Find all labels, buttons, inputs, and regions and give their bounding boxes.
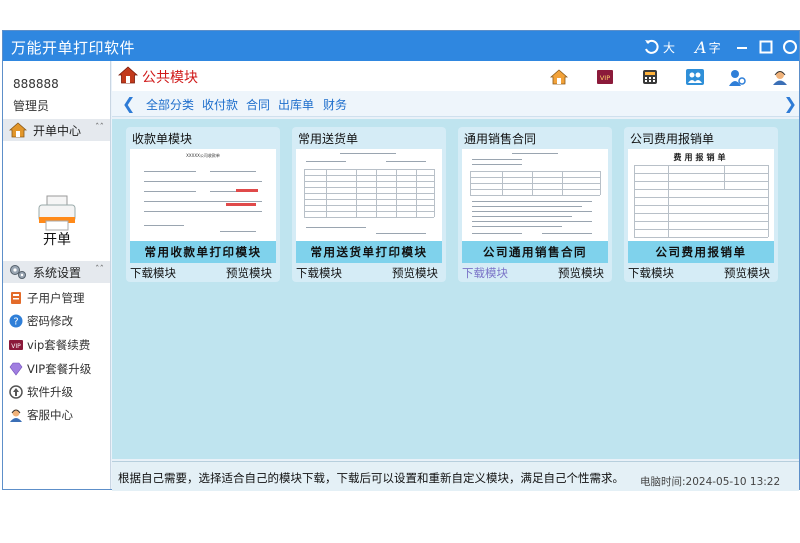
download-module-link[interactable]: 下载模块 bbox=[462, 265, 508, 281]
calculator-icon[interactable] bbox=[642, 69, 658, 85]
support-icon[interactable] bbox=[772, 69, 788, 85]
module-card-title: 收款单模块 bbox=[132, 132, 193, 146]
module-band-label: 公司费用报销单 bbox=[628, 241, 774, 263]
app-title: 万能开单打印软件 bbox=[11, 39, 136, 57]
download-module-link[interactable]: 下载模块 bbox=[130, 265, 176, 281]
sidebar-item-vip-upgrade[interactable]: VIP套餐升级 bbox=[9, 359, 91, 379]
module-band-label: 公司通用销售合同 bbox=[462, 241, 608, 263]
module-card-title: 通用销售合同 bbox=[464, 132, 537, 146]
svg-text:VIP: VIP bbox=[600, 74, 610, 82]
user-id: 888888 bbox=[13, 77, 59, 91]
font-char-button[interactable]: A 字 bbox=[695, 37, 721, 57]
download-module-link[interactable]: 下载模块 bbox=[628, 265, 674, 281]
sidebar-item-label: VIP套餐升级 bbox=[27, 362, 92, 376]
sidebar-item-label: 密码修改 bbox=[27, 314, 73, 328]
module-card[interactable]: 公司费用报销单 费用报销单 公司费用报销单 下载模块 预览模块 bbox=[624, 127, 778, 282]
module-card[interactable]: 通用销售合同 公司通用销售合同 下载模块 预览模块 bbox=[458, 127, 612, 282]
home-icon bbox=[118, 66, 138, 84]
sidebar-item-vip-renew[interactable]: VIP vip套餐续费 bbox=[9, 335, 90, 355]
sidebar-item-label: vip套餐续费 bbox=[27, 338, 91, 352]
tab-payments[interactable]: 收付款 bbox=[202, 96, 238, 113]
sidebar-item-sub-users[interactable]: 子用户管理 bbox=[9, 288, 85, 308]
chevron-up-icon[interactable]: ˆˆ bbox=[95, 123, 104, 133]
gears-icon bbox=[10, 265, 26, 279]
user-role: 管理员 bbox=[13, 99, 50, 113]
sidebar-item-password[interactable]: ? 密码修改 bbox=[9, 311, 73, 331]
home-icon bbox=[9, 122, 27, 138]
module-thumbnail[interactable] bbox=[462, 149, 608, 241]
module-thumbnail[interactable]: 费用报销单 bbox=[628, 149, 774, 241]
question-icon: ? bbox=[9, 314, 23, 328]
preview-module-link[interactable]: 预览模块 bbox=[558, 265, 604, 281]
users-icon[interactable] bbox=[686, 69, 704, 85]
minimize-icon bbox=[737, 47, 747, 49]
sidebar-section-label: 系统设置 bbox=[33, 265, 82, 280]
diamond-icon bbox=[9, 362, 23, 376]
font-big-label: 大 bbox=[663, 40, 676, 55]
close-icon bbox=[783, 40, 797, 54]
maximize-icon bbox=[759, 40, 773, 54]
app-window: 万能开单打印软件 大 A 字 888888 管理员 开单中心 ˆˆ 开单 系统设… bbox=[2, 30, 800, 491]
sidebar-item-support[interactable]: 客服中心 bbox=[9, 405, 73, 425]
sidebar-section-label: 开单中心 bbox=[33, 123, 82, 138]
font-a-icon: A bbox=[695, 37, 707, 57]
rotate-icon bbox=[645, 39, 659, 54]
svg-text:VIP: VIP bbox=[11, 343, 21, 350]
close-button[interactable] bbox=[783, 37, 797, 57]
module-thumbnail[interactable] bbox=[296, 149, 442, 241]
module-band-label: 常用送货单打印模块 bbox=[296, 241, 442, 263]
module-thumbnail[interactable]: XXXXX公司收款单 bbox=[130, 149, 276, 241]
minimize-button[interactable] bbox=[736, 37, 748, 57]
main-panel: 公共模块 VIP ❮ 全部分类 收付款 合同 出库单 财务 ❯ 收款单模块 XX… bbox=[112, 61, 799, 491]
svg-text:?: ? bbox=[13, 317, 18, 328]
page-title: 公共模块 bbox=[142, 70, 198, 86]
category-tabs: ❮ 全部分类 收付款 合同 出库单 财务 ❯ bbox=[112, 91, 799, 117]
sidebar-item-label: 客服中心 bbox=[27, 408, 73, 422]
preview-module-link[interactable]: 预览模块 bbox=[724, 265, 770, 281]
sidebar-item-software-upgrade[interactable]: 软件升级 bbox=[9, 382, 73, 402]
main-header: 公共模块 VIP bbox=[112, 61, 799, 91]
module-band-label: 常用收款单打印模块 bbox=[130, 241, 276, 263]
font-char-label: 字 bbox=[708, 40, 721, 55]
preview-module-link[interactable]: 预览模块 bbox=[226, 265, 272, 281]
download-module-link[interactable]: 下载模块 bbox=[296, 265, 342, 281]
vip-icon: VIP bbox=[9, 340, 23, 350]
user-manage-icon bbox=[11, 292, 21, 304]
chevron-right-icon[interactable]: ❯ bbox=[784, 94, 797, 113]
maximize-button[interactable] bbox=[759, 37, 773, 57]
title-bar: 万能开单打印软件 大 A 字 bbox=[3, 31, 799, 61]
chevron-left-icon[interactable]: ❮ bbox=[122, 94, 135, 113]
tab-all[interactable]: 全部分类 bbox=[146, 96, 194, 113]
font-size-big-button[interactable]: 大 bbox=[643, 37, 675, 57]
chevron-up-icon[interactable]: ˆˆ bbox=[95, 265, 104, 275]
preview-module-link[interactable]: 预览模块 bbox=[392, 265, 438, 281]
user-key-icon[interactable] bbox=[728, 69, 746, 87]
sidebar-item-label: 子用户管理 bbox=[27, 291, 85, 305]
vip-icon[interactable]: VIP bbox=[596, 69, 614, 85]
module-card-title: 常用送货单 bbox=[298, 132, 359, 146]
sidebar-item-label: 软件升级 bbox=[27, 385, 73, 399]
kaidan-button[interactable]: 开单 bbox=[43, 229, 71, 249]
desktop-background bbox=[0, 0, 800, 30]
tab-finance[interactable]: 财务 bbox=[323, 96, 347, 113]
tab-outbound[interactable]: 出库单 bbox=[278, 96, 314, 113]
thumbnail-doc-title: 费用报销单 bbox=[673, 153, 729, 162]
module-card[interactable]: 常用送货单 常用送货单打印模块 下载模块 预览模块 bbox=[292, 127, 446, 282]
module-card-title: 公司费用报销单 bbox=[630, 132, 715, 146]
sidebar-section-settings[interactable]: 系统设置 ˆˆ bbox=[3, 261, 110, 283]
printer-icon[interactable] bbox=[37, 195, 77, 231]
support-icon bbox=[10, 409, 22, 422]
sidebar: 888888 管理员 开单中心 ˆˆ 开单 系统设置 ˆˆ 子用户管理 ? 密码… bbox=[3, 61, 111, 489]
module-card[interactable]: 收款单模块 XXXXX公司收款单 常用收款单打印模块 下载模块 预览模块 bbox=[126, 127, 280, 282]
status-time: 电脑时间:2024-05-10 13:22 bbox=[640, 476, 781, 488]
upgrade-icon bbox=[9, 385, 23, 399]
thumbnail-doc-title: XXXXX公司收款单 bbox=[186, 153, 220, 158]
home-icon[interactable] bbox=[550, 69, 568, 85]
user-info: 888888 管理员 bbox=[13, 73, 59, 117]
sidebar-section-kaidan[interactable]: 开单中心 ˆˆ bbox=[3, 119, 110, 141]
module-grid: 收款单模块 XXXXX公司收款单 常用收款单打印模块 下载模块 预览模块 常用送… bbox=[112, 119, 799, 459]
tab-contract[interactable]: 合同 bbox=[246, 96, 270, 113]
